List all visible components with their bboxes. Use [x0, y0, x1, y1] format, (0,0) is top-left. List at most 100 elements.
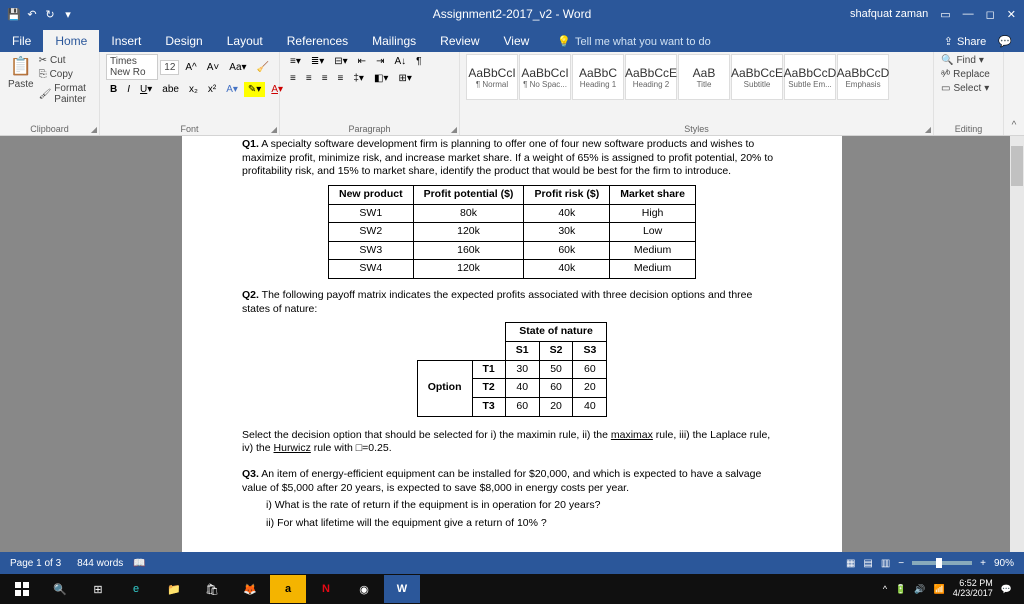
explorer-icon[interactable]: 📁: [156, 575, 192, 603]
style-item[interactable]: AaBbCcEHeading 2: [625, 54, 677, 100]
zoom-in-button[interactable]: +: [980, 558, 986, 569]
print-layout-icon[interactable]: ▤: [863, 558, 872, 569]
select-button[interactable]: ▭Select▾: [940, 82, 997, 95]
qat-more-icon[interactable]: ▾: [62, 8, 74, 20]
style-item[interactable]: AaBbCcI¶ Normal: [466, 54, 518, 100]
window-title: Assignment2-2017_v2 - Word: [433, 7, 592, 21]
italic-button[interactable]: I: [123, 82, 134, 97]
font-size-select[interactable]: 12: [160, 60, 179, 75]
style-item[interactable]: AaBbCcDSubtle Em...: [784, 54, 836, 100]
page-indicator[interactable]: Page 1 of 3: [10, 558, 61, 569]
style-item[interactable]: AaBTitle: [678, 54, 730, 100]
tray-expand-icon[interactable]: ^: [883, 584, 887, 594]
word-icon[interactable]: W: [384, 575, 420, 603]
style-item[interactable]: AaBbCcESubtitle: [731, 54, 783, 100]
increase-indent-button[interactable]: ⇥: [372, 54, 388, 69]
change-case-button[interactable]: Aa▾: [225, 60, 250, 75]
grow-font-button[interactable]: A^: [181, 60, 200, 75]
font-name-select[interactable]: Times New Ro: [106, 54, 158, 80]
borders-button[interactable]: ⊞▾: [394, 71, 415, 86]
volume-icon[interactable]: 🔊: [914, 584, 925, 595]
web-layout-icon[interactable]: ▥: [881, 558, 890, 569]
tab-references[interactable]: References: [275, 30, 360, 52]
bold-button[interactable]: B: [106, 82, 121, 97]
paste-button[interactable]: 📋 Paste: [6, 54, 36, 106]
format-painter-button[interactable]: 🖌Format Painter: [38, 82, 93, 106]
proofing-icon[interactable]: 📖: [133, 558, 145, 569]
style-item[interactable]: AaBbCHeading 1: [572, 54, 624, 100]
clipboard-launcher-icon[interactable]: ◢: [91, 125, 97, 134]
tab-view[interactable]: View: [492, 30, 542, 52]
edge-icon[interactable]: e: [118, 575, 154, 603]
system-tray[interactable]: ^ 🔋 🔊 📶 6:52 PM 4/23/2017 💬: [875, 579, 1020, 599]
document-area: Q1. A specialty software development fir…: [0, 136, 1024, 552]
netflix-icon[interactable]: N: [308, 575, 344, 603]
tab-file[interactable]: File: [0, 30, 43, 52]
page[interactable]: Q1. A specialty software development fir…: [182, 136, 842, 552]
tab-layout[interactable]: Layout: [215, 30, 275, 52]
numbering-button[interactable]: ≣▾: [307, 54, 328, 69]
style-item[interactable]: AaBbCcDEmphasis: [837, 54, 889, 100]
replace-button[interactable]: ᵃ⁄ᵇReplace: [940, 68, 997, 81]
show-marks-button[interactable]: ¶: [412, 54, 425, 69]
wifi-icon[interactable]: 📶: [934, 584, 945, 595]
align-center-button[interactable]: ≡: [302, 71, 316, 86]
notifications-icon[interactable]: 💬: [1001, 584, 1012, 595]
style-item[interactable]: AaBbCcI¶ No Spac...: [519, 54, 571, 100]
strike-button[interactable]: abe: [158, 82, 183, 97]
shading-button[interactable]: ◧▾: [370, 71, 392, 86]
vertical-scrollbar[interactable]: [1010, 136, 1024, 552]
share-button[interactable]: ⇪ Share 💬: [932, 31, 1024, 52]
word-count[interactable]: 844 words: [77, 558, 123, 569]
tab-mailings[interactable]: Mailings: [360, 30, 428, 52]
zoom-level[interactable]: 90%: [994, 558, 1014, 569]
tab-insert[interactable]: Insert: [99, 30, 153, 52]
font-launcher-icon[interactable]: ◢: [271, 125, 277, 134]
paragraph-launcher-icon[interactable]: ◢: [451, 125, 457, 134]
cut-button[interactable]: ✂Cut: [38, 54, 93, 67]
chrome-icon[interactable]: ◉: [346, 575, 382, 603]
line-spacing-button[interactable]: ‡▾: [349, 71, 368, 86]
underline-button[interactable]: U▾: [136, 82, 156, 97]
store-icon[interactable]: 🛍: [194, 575, 230, 603]
undo-icon[interactable]: ↶: [26, 8, 38, 20]
bullets-button[interactable]: ≡▾: [286, 54, 305, 69]
align-right-button[interactable]: ≡: [318, 71, 332, 86]
tab-design[interactable]: Design: [153, 30, 214, 52]
subscript-button[interactable]: x₂: [185, 82, 202, 97]
styles-launcher-icon[interactable]: ◢: [925, 125, 931, 134]
scroll-thumb[interactable]: [1011, 146, 1023, 186]
start-button[interactable]: [4, 575, 40, 603]
maximize-icon[interactable]: ◻: [986, 8, 995, 21]
decrease-indent-button[interactable]: ⇤: [354, 54, 370, 69]
align-left-button[interactable]: ≡: [286, 71, 300, 86]
text-effects-button[interactable]: A▾: [222, 82, 242, 97]
justify-button[interactable]: ≡: [334, 71, 348, 86]
firefox-icon[interactable]: 🦊: [232, 575, 268, 603]
battery-icon[interactable]: 🔋: [895, 584, 906, 595]
app-icon[interactable]: a: [270, 575, 306, 603]
highlight-button[interactable]: ✎▾: [244, 82, 265, 97]
minimize-icon[interactable]: —: [963, 8, 974, 20]
task-view-icon[interactable]: ⊞: [80, 575, 116, 603]
sort-button[interactable]: A↓: [390, 54, 410, 69]
zoom-out-button[interactable]: −: [898, 558, 904, 569]
tell-me-search[interactable]: 💡 Tell me what you want to do: [549, 31, 718, 52]
zoom-slider[interactable]: [912, 561, 972, 565]
search-taskbar-icon[interactable]: 🔍: [42, 575, 78, 603]
ribbon-options-icon[interactable]: ▭: [940, 8, 950, 21]
shrink-font-button[interactable]: A˅: [203, 60, 224, 75]
clear-format-button[interactable]: 🧹: [253, 60, 273, 75]
collapse-ribbon-icon[interactable]: ^: [1012, 120, 1017, 131]
comments-icon[interactable]: 💬: [998, 35, 1012, 48]
tab-review[interactable]: Review: [428, 30, 491, 52]
read-mode-icon[interactable]: ▦: [846, 558, 855, 569]
redo-icon[interactable]: ↻: [44, 8, 56, 20]
close-icon[interactable]: ✕: [1007, 8, 1016, 21]
superscript-button[interactable]: x²: [204, 82, 220, 97]
copy-button[interactable]: ⎘Copy: [38, 68, 93, 81]
save-icon[interactable]: 💾: [8, 8, 20, 20]
find-button[interactable]: 🔍Find▾: [940, 54, 997, 67]
tab-home[interactable]: Home: [43, 30, 99, 52]
multilevel-button[interactable]: ⊟▾: [330, 54, 351, 69]
